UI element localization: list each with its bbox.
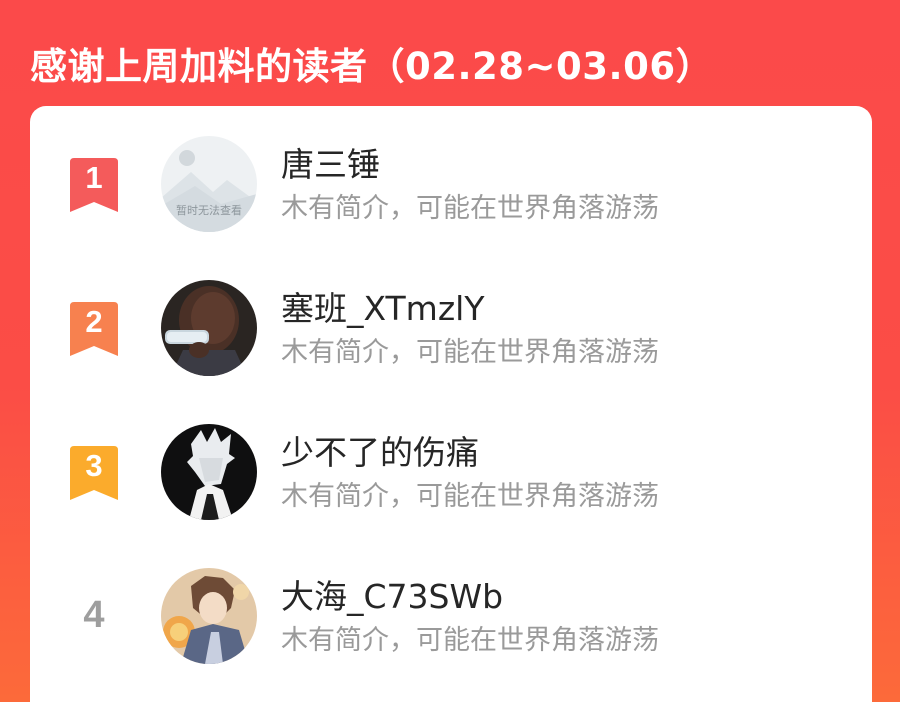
reader-bio: 木有简介，可能在世界角落游荡 — [281, 625, 659, 656]
reader-bio: 木有简介，可能在世界角落游荡 — [281, 193, 659, 224]
rank-number: 4 — [83, 594, 105, 636]
avatar[interactable] — [161, 280, 257, 376]
avatar-placeholder-text: 暂时无法查看 — [176, 204, 242, 217]
page-title: 感谢上周加料的读者（02.28~03.06） — [30, 45, 714, 88]
reader-bio: 木有简介，可能在世界角落游荡 — [281, 481, 659, 512]
rank-number: 3 — [85, 448, 103, 483]
rank-ribbon-icon: 3 — [70, 446, 118, 500]
reader-name[interactable]: 少不了的伤痛 — [281, 426, 479, 474]
avatar[interactable] — [161, 424, 257, 520]
reader-list-card: 1 暂时无法查看 唐三锤 木有简介，可能在世界角落游荡 2 塞班_XTmzlY … — [30, 106, 872, 702]
reader-row[interactable]: 3 少不了的伤痛 木有简介，可能在世界角落游荡 — [30, 394, 872, 520]
avatar[interactable] — [161, 568, 257, 664]
avatar[interactable]: 暂时无法查看 — [161, 136, 257, 232]
reader-name[interactable]: 塞班_XTmzlY — [281, 282, 484, 330]
reader-row[interactable]: 4 大海_C73SWb 木有简介，可能在世界角落游荡 — [30, 538, 872, 664]
reader-bio: 木有简介，可能在世界角落游荡 — [281, 337, 659, 368]
reader-name[interactable]: 大海_C73SWb — [281, 570, 503, 618]
rank-ribbon-icon: 1 — [70, 158, 118, 212]
reader-row[interactable]: 1 暂时无法查看 唐三锤 木有简介，可能在世界角落游荡 — [30, 106, 872, 232]
reader-row[interactable]: 2 塞班_XTmzlY 木有简介，可能在世界角落游荡 — [30, 250, 872, 376]
reader-name[interactable]: 唐三锤 — [281, 138, 380, 186]
rank-number: 2 — [85, 304, 103, 339]
rank-ribbon-icon: 2 — [70, 302, 118, 356]
rank-number: 1 — [85, 160, 103, 195]
